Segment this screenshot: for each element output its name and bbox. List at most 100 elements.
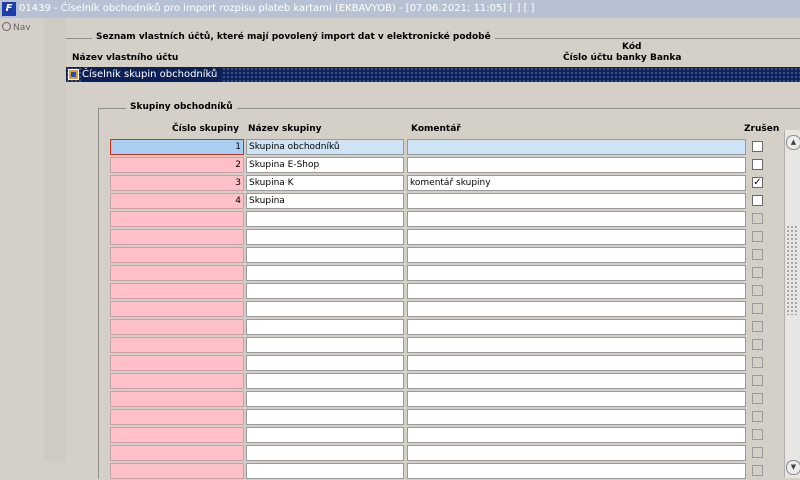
cancelled-checkbox — [752, 375, 763, 386]
app-logo-icon: F — [2, 2, 16, 16]
group-name-field[interactable] — [246, 373, 404, 389]
comment-field[interactable] — [407, 139, 746, 155]
group-name-field[interactable] — [246, 319, 404, 335]
group-name-field[interactable] — [246, 265, 404, 281]
grid-scrollbar[interactable]: ▲ ▼ — [784, 130, 800, 478]
group-number-field[interactable] — [110, 211, 244, 227]
comment-field[interactable] — [407, 247, 746, 263]
subwindow-title: Číselník skupin obchodníků — [82, 67, 222, 82]
comment-field[interactable] — [407, 355, 746, 371]
group-name-field[interactable] — [246, 427, 404, 443]
group-name-field[interactable]: Skupina K — [246, 175, 404, 191]
comment-field[interactable] — [407, 301, 746, 317]
group-number-field[interactable]: 3 — [110, 175, 244, 191]
comment-field[interactable] — [407, 427, 746, 443]
group-number-field[interactable] — [110, 445, 244, 461]
window-title: 01439 - Číselník obchodníků pro import r… — [19, 3, 535, 14]
window-icon — [68, 69, 79, 80]
comment-field[interactable] — [407, 283, 746, 299]
group-name-field[interactable] — [246, 409, 404, 425]
scroll-thumb[interactable] — [786, 225, 799, 315]
cancelled-checkbox — [752, 321, 763, 332]
cancelled-checkbox — [752, 285, 763, 296]
group-number-field[interactable] — [110, 265, 244, 281]
nav-button[interactable]: Nav — [2, 22, 31, 33]
comment-field[interactable] — [407, 337, 746, 353]
comment-field[interactable] — [407, 373, 746, 389]
cancelled-checkbox — [752, 465, 763, 476]
nav-label: Nav — [13, 23, 31, 33]
group-number-field[interactable] — [110, 355, 244, 371]
cancelled-checkbox[interactable] — [752, 141, 763, 152]
group-name-field[interactable]: Skupina E-Shop — [246, 157, 404, 173]
group-number-field[interactable] — [110, 319, 244, 335]
group-name-field[interactable] — [246, 355, 404, 371]
group-name-field[interactable]: Skupina obchodníků — [246, 139, 404, 155]
group-number-field[interactable] — [110, 301, 244, 317]
comment-field[interactable] — [407, 463, 746, 479]
cancelled-checkbox — [752, 249, 763, 260]
group-number-field[interactable]: 4 — [110, 193, 244, 209]
header-group-name: Název skupiny — [248, 124, 322, 134]
comment-field[interactable] — [407, 319, 746, 335]
group-number-field[interactable] — [110, 229, 244, 245]
comment-field[interactable] — [407, 193, 746, 209]
group-name-field[interactable] — [246, 283, 404, 299]
col-bank: Banka — [650, 53, 682, 63]
nav-icon — [2, 22, 11, 31]
group-number-field[interactable] — [110, 409, 244, 425]
col-account-number: Číslo účtu — [563, 53, 613, 63]
comment-field[interactable]: komentář skupiny — [407, 175, 746, 191]
cancelled-checkbox[interactable] — [752, 159, 763, 170]
comment-field[interactable] — [407, 391, 746, 407]
group-number-field[interactable] — [110, 373, 244, 389]
group-number-field[interactable] — [110, 337, 244, 353]
cancelled-checkbox — [752, 357, 763, 368]
group-name-field[interactable] — [246, 463, 404, 479]
comment-field[interactable] — [407, 265, 746, 281]
cancelled-checkbox — [752, 231, 763, 242]
cancelled-checkbox[interactable] — [752, 195, 763, 206]
comment-field[interactable] — [407, 445, 746, 461]
cancelled-checkbox — [752, 429, 763, 440]
group-number-field[interactable]: 2 — [110, 157, 244, 173]
group-number-field[interactable] — [110, 391, 244, 407]
comment-field[interactable] — [407, 157, 746, 173]
main-area: Seznam vlastních účtů, které mají povole… — [66, 18, 800, 479]
group-name-field[interactable] — [246, 211, 404, 227]
group-name-field[interactable] — [246, 391, 404, 407]
cancelled-checkbox[interactable]: ✓ — [752, 177, 763, 188]
comment-field[interactable] — [407, 229, 746, 245]
cancelled-checkbox — [752, 267, 763, 278]
group-number-field[interactable] — [110, 247, 244, 263]
subwindow-titlebar[interactable]: Číselník skupin obchodníků — [66, 67, 800, 82]
group-number-field[interactable]: 1 — [110, 139, 244, 155]
nav-panel: Nav — [0, 18, 45, 461]
cancelled-checkbox — [752, 213, 763, 224]
left-strip — [44, 18, 66, 461]
group-name-field[interactable] — [246, 445, 404, 461]
col-bank-code-line2: banky — [616, 53, 647, 63]
group-name-field[interactable] — [246, 301, 404, 317]
group-number-field[interactable] — [110, 463, 244, 479]
comment-field[interactable] — [407, 211, 746, 227]
comment-field[interactable] — [407, 409, 746, 425]
group-name-field[interactable] — [246, 229, 404, 245]
header-comment: Komentář — [411, 124, 461, 134]
cancelled-checkbox — [752, 447, 763, 458]
groups-frame-label: Skupiny obchodníků — [126, 102, 237, 112]
scroll-up-icon[interactable]: ▲ — [786, 135, 800, 150]
group-name-field[interactable]: Skupina — [246, 193, 404, 209]
cancelled-checkbox — [752, 411, 763, 422]
accounts-group-label: Seznam vlastních účtů, které mají povole… — [92, 32, 495, 42]
header-group-number: Číslo skupiny — [172, 124, 239, 134]
group-name-field[interactable] — [246, 337, 404, 353]
window-titlebar: F 01439 - Číselník obchodníků pro import… — [0, 0, 800, 18]
scroll-down-icon[interactable]: ▼ — [786, 460, 800, 475]
groups-frame-left — [98, 108, 100, 479]
group-name-field[interactable] — [246, 247, 404, 263]
header-cancelled: Zrušen — [744, 124, 780, 134]
group-number-field[interactable] — [110, 427, 244, 443]
cancelled-checkbox — [752, 303, 763, 314]
group-number-field[interactable] — [110, 283, 244, 299]
